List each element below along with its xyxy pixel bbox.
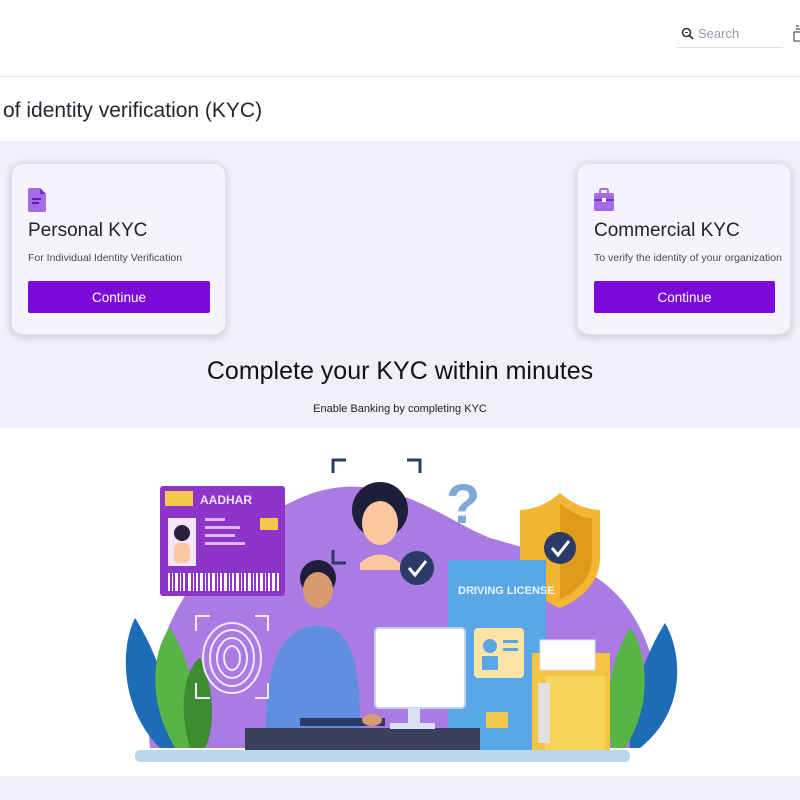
export-icon[interactable] — [793, 24, 800, 44]
aadhar-card-illustration: AADHAR — [160, 486, 285, 596]
folder-illustration — [532, 639, 610, 753]
briefcase-icon — [594, 188, 614, 211]
search-box[interactable] — [677, 19, 783, 48]
aadhar-label: AADHAR — [200, 493, 252, 507]
kyc-illustration: AADHAR ? DRIVING LICENSE — [0, 428, 800, 776]
commercial-kyc-card: Commercial KYC To verify the identity of… — [577, 163, 791, 335]
personal-kyc-title: Personal KYC — [28, 220, 148, 241]
personal-kyc-card: Personal KYC For Individual Identity Ver… — [11, 163, 226, 335]
check-circle-illustration — [400, 551, 434, 585]
commercial-kyc-description: To verify the identity of your organizat… — [594, 252, 782, 264]
page-title: of identity verification (KYC) — [3, 99, 263, 122]
footer-band — [0, 776, 800, 800]
title-row: of identity verification (KYC) — [0, 77, 800, 141]
kyc-illustration-graphic: AADHAR ? DRIVING LICENSE — [125, 458, 678, 762]
question-mark-illustration: ? — [446, 472, 480, 535]
personal-kyc-description: For Individual Identity Verification — [28, 252, 183, 264]
hero-headline: Complete your KYC within minutes — [206, 357, 594, 385]
commercial-kyc-title: Commercial KYC — [594, 220, 740, 241]
search-input[interactable] — [698, 25, 778, 41]
document-icon — [28, 188, 46, 212]
hero-subline: Enable Banking by completing KYC — [313, 403, 487, 415]
top-bar — [0, 0, 800, 77]
license-label: DRIVING LICENSE — [458, 585, 555, 597]
commercial-kyc-continue-button[interactable]: Continue — [594, 281, 775, 313]
kyc-options-section: Personal KYC For Individual Identity Ver… — [0, 141, 800, 428]
personal-kyc-continue-button[interactable]: Continue — [28, 281, 210, 313]
search-icon — [681, 27, 694, 40]
